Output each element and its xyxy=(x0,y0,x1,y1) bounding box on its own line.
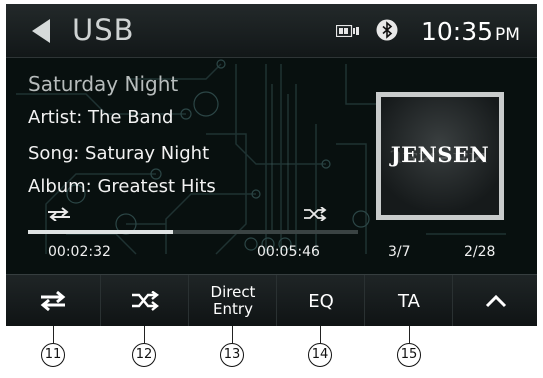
head-unit-screen: USB 10:35 PM Saturday Night Artist: The B… xyxy=(6,4,537,326)
clock-time: 10:35 xyxy=(421,17,494,46)
repeat-status-icon xyxy=(48,207,70,221)
callout-13: 13 xyxy=(220,343,244,367)
album-line: Album: Greatest Hits xyxy=(28,176,216,197)
direct-entry-button[interactable]: Direct Entry xyxy=(188,275,277,326)
repeat-button[interactable] xyxy=(6,275,100,326)
callout-leader-12 xyxy=(144,326,145,343)
clock: 10:35 PM xyxy=(421,17,520,46)
track-count: 3/7 xyxy=(388,244,411,260)
shuffle-status-icon xyxy=(304,207,327,221)
song-line: Song: Saturay Night xyxy=(28,143,210,164)
callout-leader-14 xyxy=(320,326,321,343)
clock-ampm: PM xyxy=(495,25,520,45)
callout-leader-15 xyxy=(409,326,410,343)
button-bar: Direct Entry EQ TA xyxy=(6,274,537,326)
shuffle-button[interactable] xyxy=(100,275,189,326)
ta-label: TA xyxy=(398,290,420,312)
more-button[interactable] xyxy=(452,275,537,326)
album-art: JENSEN JENSEN xyxy=(376,92,504,220)
source-title: USB xyxy=(72,13,135,47)
folder-count: 2/28 xyxy=(464,244,496,260)
artist-line: Artist: The Band xyxy=(28,107,174,128)
track-title: Saturday Night xyxy=(28,72,179,96)
shuffle-icon xyxy=(132,291,160,311)
total-time: 00:05:46 xyxy=(257,244,320,260)
back-arrow-icon[interactable] xyxy=(28,17,56,45)
eq-button[interactable]: EQ xyxy=(276,275,365,326)
album-art-inner: JENSEN JENSEN xyxy=(381,97,499,215)
callout-leader-13 xyxy=(232,326,233,343)
progress-bar[interactable] xyxy=(28,230,358,234)
direct-entry-label-line1: Direct xyxy=(210,283,256,301)
callout-leader-11 xyxy=(53,326,54,343)
chevron-up-icon xyxy=(485,294,506,308)
ta-button[interactable]: TA xyxy=(364,275,453,326)
bluetooth-icon xyxy=(376,19,398,41)
callout-12: 12 xyxy=(132,343,156,367)
direct-entry-label-line2: Entry xyxy=(213,300,253,318)
progress-bar-fill xyxy=(28,230,174,234)
album-art-brand-reflection: JENSEN xyxy=(392,150,488,165)
repeat-icon xyxy=(40,290,66,312)
battery-icon xyxy=(336,25,359,37)
callout-14: 14 xyxy=(308,343,332,367)
callout-15: 15 xyxy=(397,343,421,367)
top-bar: USB 10:35 PM xyxy=(6,4,537,58)
eq-label: EQ xyxy=(308,290,334,312)
callout-11: 11 xyxy=(41,343,65,367)
elapsed-time: 00:02:32 xyxy=(48,244,111,260)
